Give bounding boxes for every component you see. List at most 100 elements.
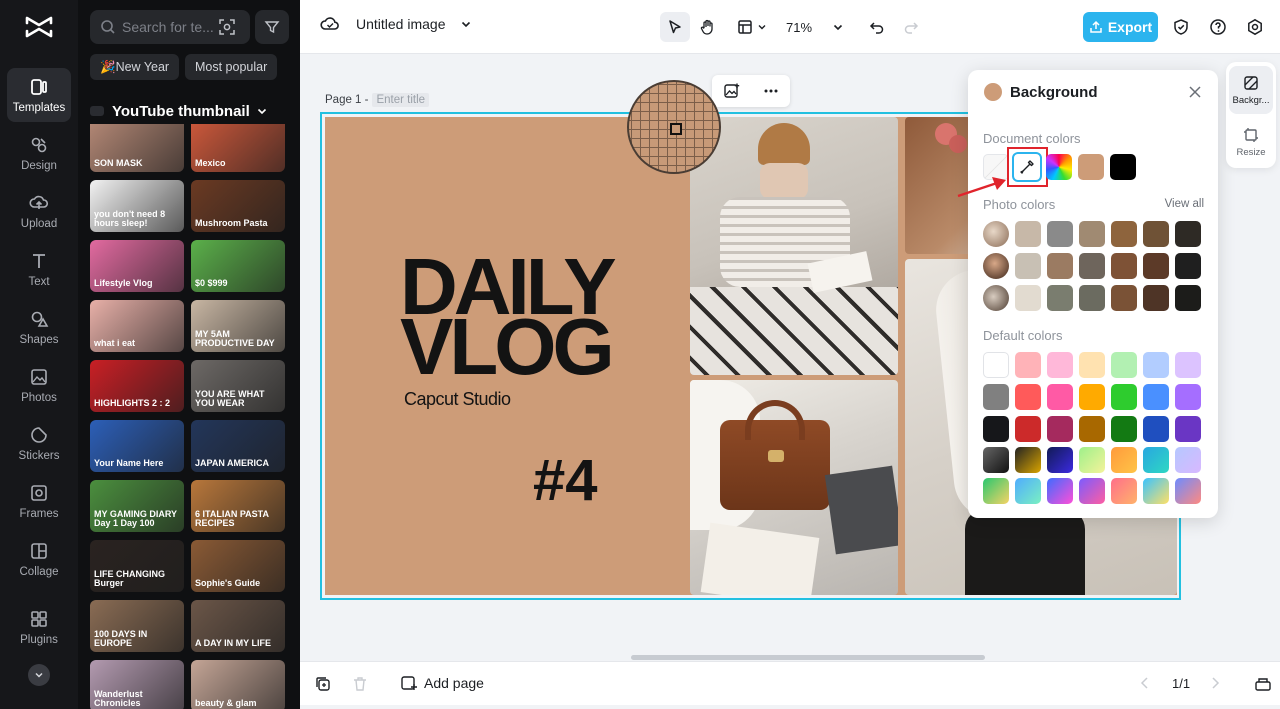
photo-color-source-1[interactable] [983, 221, 1009, 247]
document-color-black[interactable] [1110, 154, 1136, 180]
template-thumbnail[interactable]: 6 ITALIAN PASTA RECIPES [191, 480, 285, 532]
gradient-swatch[interactable] [1079, 447, 1105, 473]
photo-color-swatch[interactable] [1175, 253, 1201, 279]
template-thumbnail[interactable]: JAPAN AMERICA [191, 420, 285, 472]
default-color-swatch[interactable] [1175, 416, 1201, 442]
default-color-swatch[interactable] [1047, 384, 1073, 410]
background-tool-button[interactable]: Backgr... [1229, 66, 1273, 114]
gradient-swatch[interactable] [1079, 478, 1105, 504]
collapse-sidebar-button[interactable] [28, 664, 50, 686]
chip-new-year[interactable]: 🎉New Year [90, 54, 180, 80]
template-thumbnail[interactable]: YOU ARE WHAT YOU WEAR [191, 360, 285, 412]
studio-text[interactable]: Capcut Studio [404, 389, 511, 410]
template-thumbnail[interactable]: what i eat [90, 300, 184, 352]
template-thumbnail[interactable]: LIFE CHANGING Burger [90, 540, 184, 592]
shield-button[interactable] [1170, 12, 1192, 42]
default-color-swatch[interactable] [1175, 384, 1201, 410]
gradient-swatch[interactable] [1015, 447, 1041, 473]
filter-button[interactable] [255, 10, 289, 44]
template-thumbnail[interactable]: Wanderlust Chronicles [90, 660, 184, 709]
sidebar-item-shapes[interactable]: Shapes [7, 300, 71, 354]
page-title-input[interactable]: Enter title [372, 93, 430, 107]
default-color-swatch[interactable] [1143, 416, 1169, 442]
photo-color-swatch[interactable] [1175, 221, 1201, 247]
gradient-swatch[interactable] [1047, 447, 1073, 473]
document-title-area[interactable]: Untitled image [320, 16, 488, 32]
photo-color-swatch[interactable] [1079, 221, 1105, 247]
template-thumbnail[interactable]: you don't need 8 hours sleep! [90, 180, 184, 232]
gradient-swatch[interactable] [1175, 447, 1201, 473]
default-color-swatch[interactable] [983, 416, 1009, 442]
default-color-swatch[interactable] [1143, 352, 1169, 378]
photo-color-source-2[interactable] [983, 253, 1009, 279]
template-thumbnail[interactable]: HIGHLIGHTS 2 : 2 [90, 360, 184, 412]
view-all-link[interactable]: View all [1165, 198, 1204, 210]
default-color-swatch[interactable] [983, 352, 1009, 378]
photo-color-swatch[interactable] [1143, 253, 1169, 279]
document-color-tan[interactable] [1078, 154, 1104, 180]
next-page-icon[interactable] [1208, 676, 1222, 690]
default-color-swatch[interactable] [1047, 352, 1073, 378]
replace-image-icon[interactable] [723, 82, 741, 100]
sidebar-item-stickers[interactable]: Stickers [7, 416, 71, 470]
template-search-input[interactable]: Search for te... [90, 10, 250, 44]
gradient-swatch[interactable] [1111, 447, 1137, 473]
horizontal-scrollbar[interactable] [631, 655, 985, 660]
previous-page-icon[interactable] [1138, 676, 1152, 690]
default-color-swatch[interactable] [1015, 416, 1041, 442]
template-thumbnail[interactable]: beauty & glam [191, 660, 285, 709]
photo-color-swatch[interactable] [1143, 285, 1169, 311]
gradient-swatch[interactable] [983, 478, 1009, 504]
eyedropper-button[interactable] [1012, 152, 1042, 182]
resize-tool-button[interactable]: Resize [1229, 118, 1273, 166]
photo-color-source-3[interactable] [983, 285, 1009, 311]
export-button[interactable]: Export [1083, 12, 1158, 42]
photo-color-swatch[interactable] [1015, 285, 1041, 311]
gradient-swatch[interactable] [983, 447, 1009, 473]
select-tool-button[interactable] [660, 12, 690, 42]
sidebar-item-upload[interactable]: Upload [7, 184, 71, 238]
photo-color-swatch[interactable] [1175, 285, 1201, 311]
delete-page-icon[interactable] [351, 675, 369, 693]
sidebar-item-design[interactable]: Design [7, 126, 71, 180]
template-thumbnail[interactable]: $0 $999 [191, 240, 285, 292]
duplicate-page-icon[interactable] [314, 675, 332, 693]
photo-color-swatch[interactable] [1143, 221, 1169, 247]
default-color-swatch[interactable] [1079, 416, 1105, 442]
gradient-swatch[interactable] [1047, 478, 1073, 504]
close-icon[interactable] [1188, 85, 1202, 99]
default-color-swatch[interactable] [1015, 384, 1041, 410]
cloud-icon[interactable] [320, 16, 340, 32]
episode-number[interactable]: #4 [533, 447, 598, 514]
default-color-swatch[interactable] [1175, 352, 1201, 378]
default-color-swatch[interactable] [1111, 352, 1137, 378]
page-manager-icon[interactable] [1254, 675, 1272, 693]
sidebar-item-templates[interactable]: Templates [7, 68, 71, 122]
photo-color-swatch[interactable] [1015, 253, 1041, 279]
redo-button[interactable] [900, 12, 922, 42]
photo-color-swatch[interactable] [1079, 285, 1105, 311]
template-thumbnail[interactable]: Mushroom Pasta [191, 180, 285, 232]
document-title[interactable]: Untitled image [356, 16, 446, 32]
photo-color-swatch[interactable] [1111, 285, 1137, 311]
add-page-button[interactable]: Add page [400, 674, 484, 692]
default-color-swatch[interactable] [1111, 384, 1137, 410]
settings-button[interactable] [1244, 12, 1266, 42]
default-color-swatch[interactable] [983, 384, 1009, 410]
photo-color-swatch[interactable] [1111, 253, 1137, 279]
template-thumbnail[interactable]: MY GAMING DIARY Day 1 Day 100 [90, 480, 184, 532]
template-thumbnail[interactable]: MY 5AM PRODUCTIVE DAY [191, 300, 285, 352]
photo-color-swatch[interactable] [1015, 221, 1041, 247]
photo-color-swatch[interactable] [1111, 221, 1137, 247]
default-color-swatch[interactable] [1079, 352, 1105, 378]
photo-woman-reading[interactable] [690, 117, 898, 375]
template-thumbnail[interactable]: 100 DAYS IN EUROPE [90, 600, 184, 652]
chip-most-popular[interactable]: Most popular [185, 54, 278, 80]
document-color-rainbow[interactable] [1046, 154, 1072, 180]
sidebar-item-plugins[interactable]: Plugins [7, 600, 71, 654]
gradient-swatch[interactable] [1015, 478, 1041, 504]
hand-tool-button[interactable] [693, 12, 723, 42]
template-thumbnail[interactable]: A DAY IN MY LIFE [191, 600, 285, 652]
template-thumbnail[interactable]: Sophie's Guide [191, 540, 285, 592]
default-color-swatch[interactable] [1111, 416, 1137, 442]
